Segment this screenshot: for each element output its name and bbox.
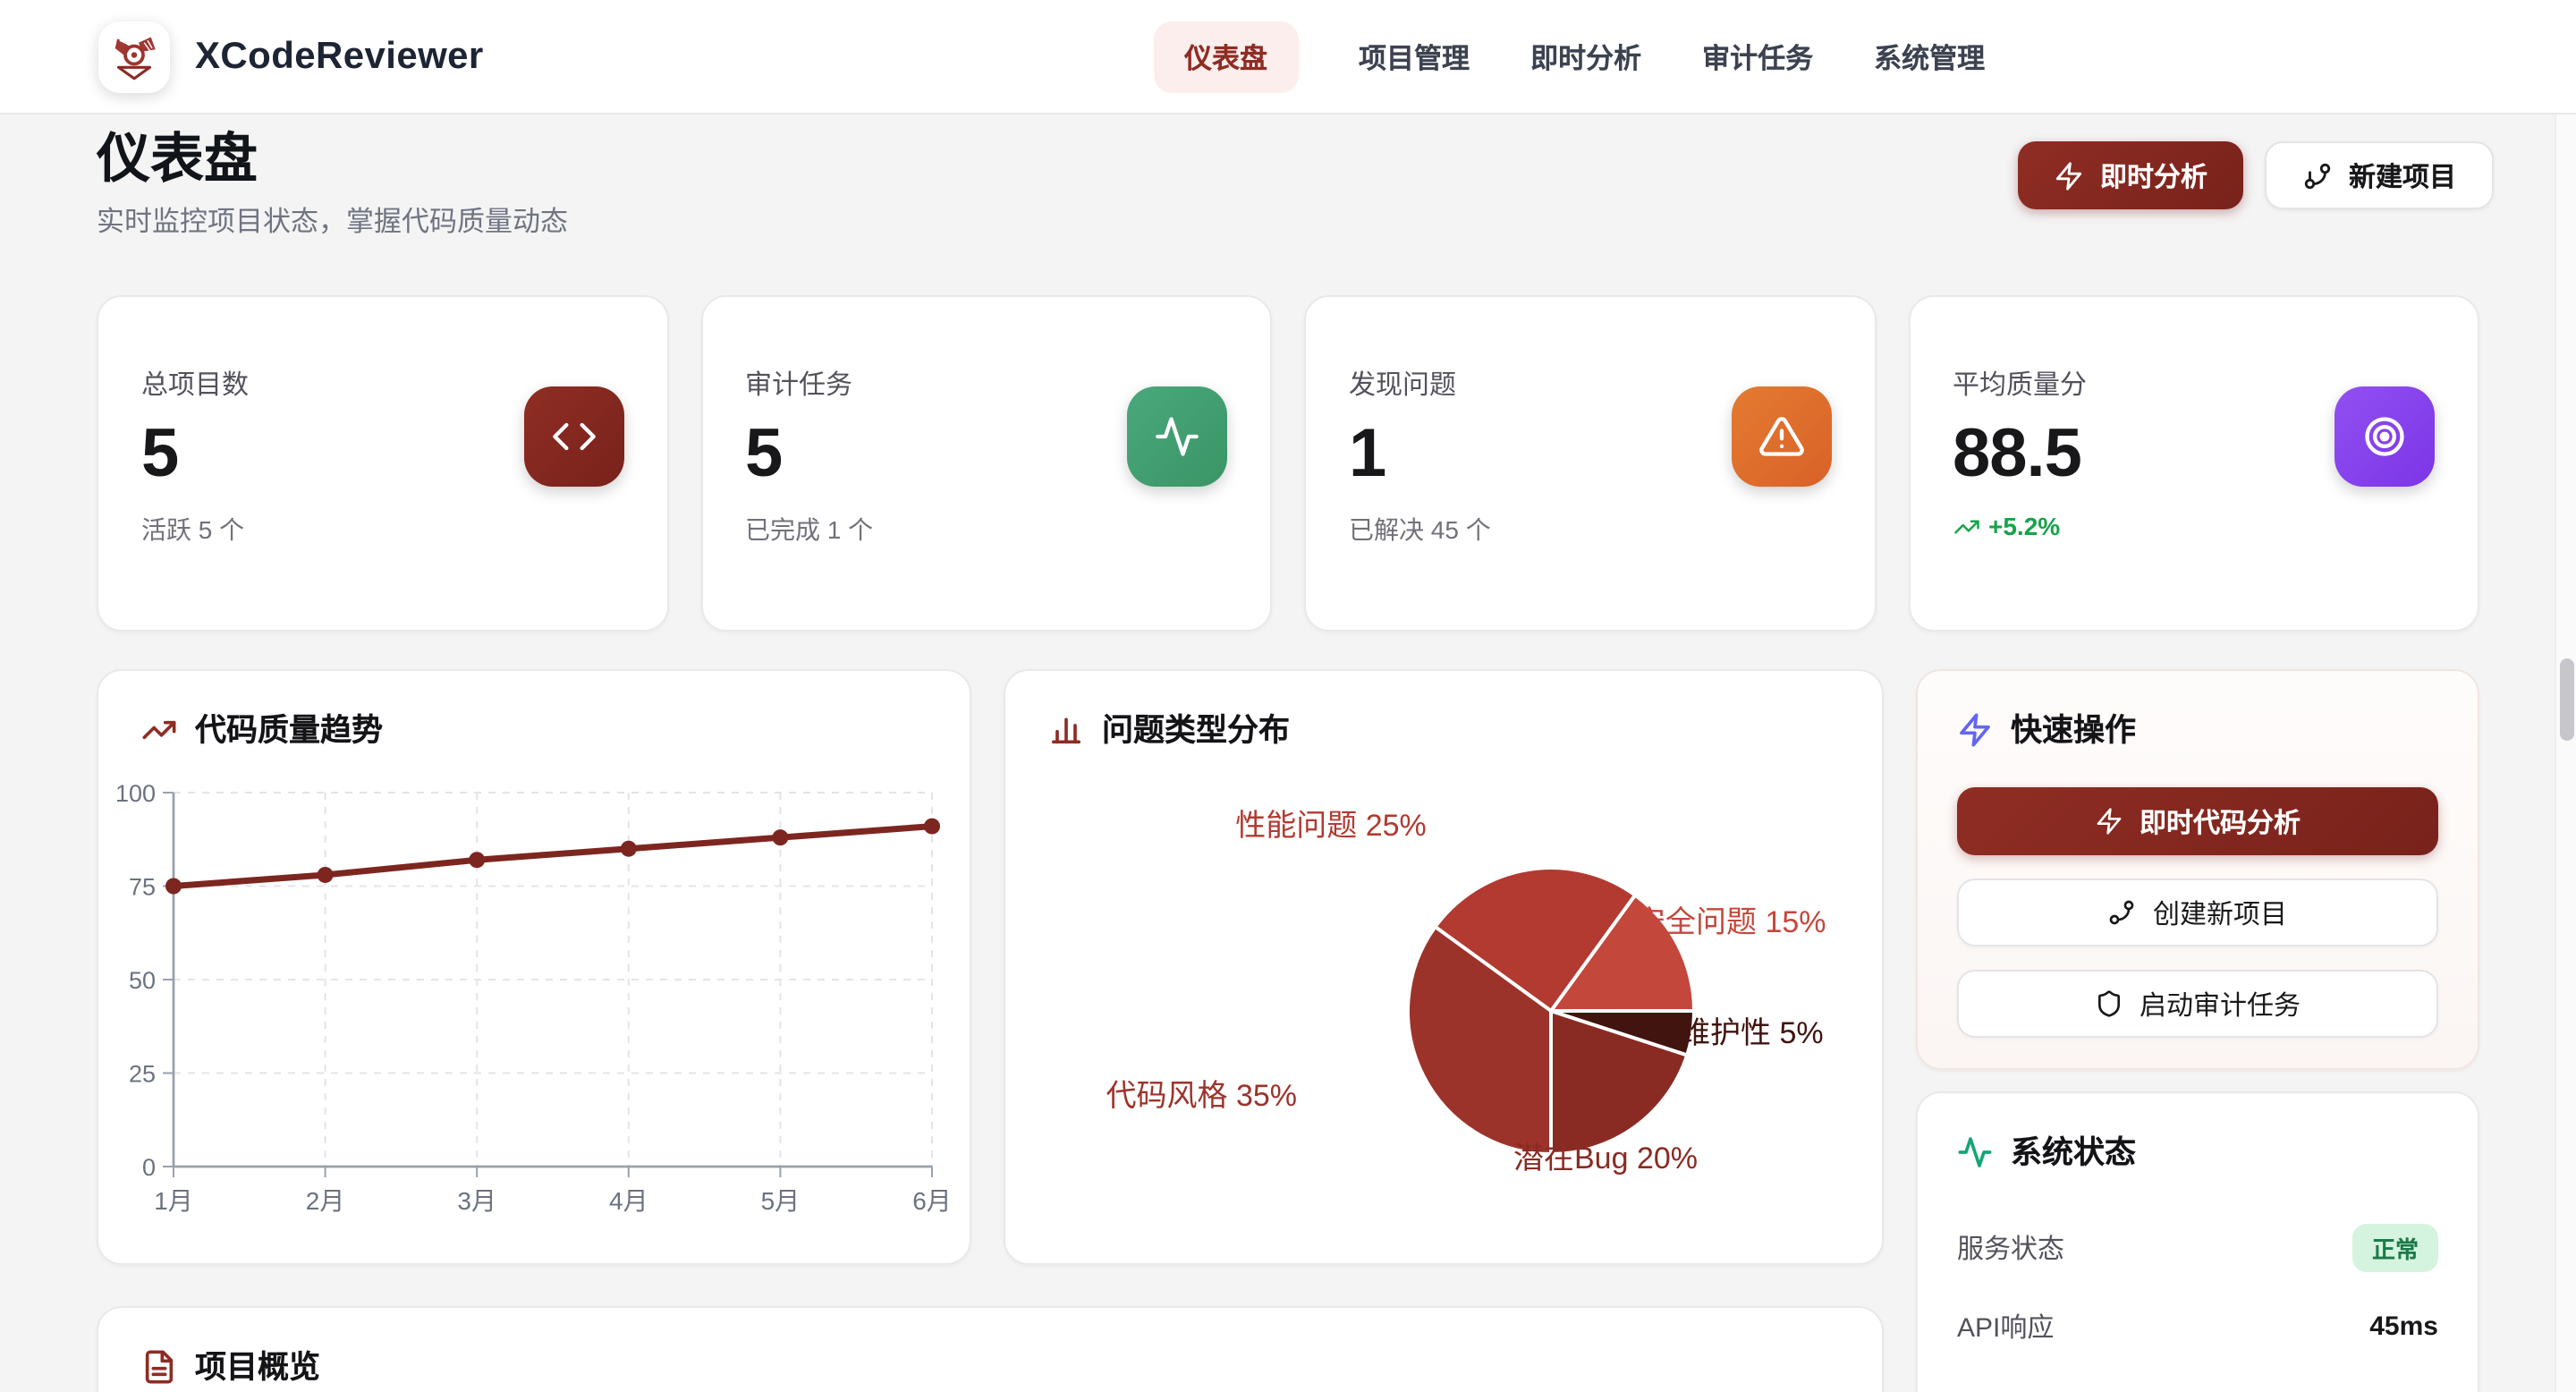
page-scrollbar[interactable] xyxy=(2555,0,2576,1392)
shield-icon xyxy=(2095,989,2123,1018)
file-text-icon xyxy=(141,1348,177,1384)
svg-text:潜在Bug 20%: 潜在Bug 20% xyxy=(1513,1142,1698,1176)
stat-sub: 活跃 5 个 xyxy=(141,512,623,547)
quick-actions-header: 快速操作 xyxy=(1957,707,2438,751)
scrollbar-thumb[interactable] xyxy=(2560,658,2574,741)
svg-text:2月: 2月 xyxy=(306,1187,345,1215)
stat-card-avg-quality: 平均质量分 88.5 +5.2% xyxy=(1908,295,2479,632)
create-project-button[interactable]: 创建新项目 xyxy=(1957,878,2438,946)
header-actions: 即时分析 新建项目 xyxy=(2018,141,2494,209)
quality-trend-line-chart: 1月 2月 3月 4月 5月 6月 0 25 50 75 100 xyxy=(98,778,971,1243)
card-title: 系统状态 xyxy=(2011,1129,2136,1174)
zap-icon xyxy=(2095,807,2123,836)
stats-row: 总项目数 5 活跃 5 个 审计任务 5 已完成 1 个 发现问题 1 已解决 … xyxy=(97,295,2479,632)
svg-text:5月: 5月 xyxy=(761,1187,801,1215)
svg-text:性能问题 25%: 性能问题 25% xyxy=(1235,809,1427,843)
svg-text:0: 0 xyxy=(142,1154,156,1181)
activity-icon xyxy=(1127,386,1227,487)
quality-trend-card: 代码质量趋势 1月 2月 3月 4月 5月 6月 0 25 50 75 100 xyxy=(97,669,971,1265)
charts-row: 代码质量趋势 1月 2月 3月 4月 5月 6月 0 25 50 75 100 问题类型分布 安全问… xyxy=(97,669,2479,1392)
stat-trend: +5.2% xyxy=(1953,512,2435,540)
target-icon xyxy=(2334,386,2435,487)
card-title: 快速操作 xyxy=(2011,707,2136,751)
svg-text:可维护性 5%: 可维护性 5% xyxy=(1649,1016,1824,1050)
svg-text:1月: 1月 xyxy=(154,1187,193,1215)
status-rows: 服务状态 正常 API响应 45ms xyxy=(1957,1224,2438,1345)
activity-icon xyxy=(1957,1133,1993,1169)
status-badge: 正常 xyxy=(2352,1224,2438,1272)
code-icon xyxy=(523,386,623,487)
svg-text:3月: 3月 xyxy=(457,1187,496,1215)
page-subtitle: 实时监控项目状态，掌握代码质量动态 xyxy=(97,200,568,240)
card-title: 问题类型分布 xyxy=(1102,707,1290,751)
card-title: 代码质量趋势 xyxy=(195,707,383,751)
trending-up-icon xyxy=(141,711,177,747)
issue-distribution-header: 问题类型分布 xyxy=(1005,671,1882,751)
stat-sub: 已完成 1 个 xyxy=(745,512,1227,547)
bar-chart-icon xyxy=(1048,711,1084,747)
new-project-button[interactable]: 新建项目 xyxy=(2265,141,2494,209)
svg-text:代码风格 35%: 代码风格 35% xyxy=(1106,1079,1298,1113)
trending-up-icon xyxy=(1953,513,1979,539)
svg-text:4月: 4月 xyxy=(609,1187,648,1215)
top-navbar: XCodeReviewer 仪表盘 项目管理 即时分析 审计任务 系统管理 xyxy=(0,0,2576,115)
right-column: 快速操作 即时代码分析 创建新项目 xyxy=(1916,669,2479,1392)
issue-distribution-card: 问题类型分布 安全问题 15% 性能问题 25% 代码风格 35% 潜在Bug 20%… xyxy=(1004,669,1884,1265)
status-row-api: API响应 45ms xyxy=(1957,1308,2438,1345)
instant-analysis-button[interactable]: 即时分析 xyxy=(2018,141,2243,209)
quick-actions-card: 快速操作 即时代码分析 创建新项目 xyxy=(1916,669,2479,1070)
status-row-service: 服务状态 正常 xyxy=(1957,1224,2438,1272)
svg-text:50: 50 xyxy=(129,967,156,994)
alert-triangle-icon xyxy=(1731,386,1831,487)
stat-card-audit-tasks: 审计任务 5 已完成 1 个 xyxy=(700,295,1272,632)
page-title: 仪表盘 xyxy=(97,115,258,193)
nav-item-instant-analysis[interactable]: 即时分析 xyxy=(1530,38,1641,77)
brand[interactable]: XCodeReviewer xyxy=(98,21,484,93)
instant-code-analysis-button[interactable]: 即时代码分析 xyxy=(1957,787,2438,855)
zap-icon xyxy=(2054,160,2084,191)
svg-text:100: 100 xyxy=(115,780,156,807)
card-title: 项目概览 xyxy=(195,1344,320,1388)
svg-text:25: 25 xyxy=(129,1061,156,1088)
nav-item-audit-tasks[interactable]: 审计任务 xyxy=(1702,38,1813,77)
quality-trend-header: 代码质量趋势 xyxy=(98,671,970,751)
zap-icon xyxy=(1957,711,1993,747)
stat-sub: 已解决 45 个 xyxy=(1349,512,1831,547)
issue-distribution-pie-chart: 安全问题 15% 性能问题 25% 代码风格 35% 潜在Bug 20% 可维护性 5% xyxy=(1005,671,1884,1265)
project-overview-card: 项目概览 xyxy=(97,1306,1884,1392)
nav-item-system-admin[interactable]: 系统管理 xyxy=(1874,38,1985,77)
stat-card-total-projects: 总项目数 5 活跃 5 个 xyxy=(97,295,668,632)
nav-item-projects[interactable]: 项目管理 xyxy=(1359,38,1470,77)
brand-name: XCodeReviewer xyxy=(195,36,484,79)
svg-text:75: 75 xyxy=(129,874,156,901)
svg-text:安全问题 15%: 安全问题 15% xyxy=(1635,905,1826,939)
system-status-card: 系统状态 服务状态 正常 API响应 45ms xyxy=(1916,1091,2479,1392)
nav-item-dashboard[interactable]: 仪表盘 xyxy=(1154,21,1298,93)
main-nav: 仪表盘 项目管理 即时分析 审计任务 系统管理 xyxy=(1154,0,1985,115)
git-branch-icon xyxy=(2108,898,2137,927)
app-logo-icon xyxy=(98,21,170,93)
system-status-header: 系统状态 xyxy=(1957,1129,2438,1174)
git-branch-icon xyxy=(2302,160,2333,191)
dashboard-page: XCodeReviewer 仪表盘 项目管理 即时分析 审计任务 系统管理 仪表… xyxy=(0,0,2576,1392)
start-audit-button[interactable]: 启动审计任务 xyxy=(1957,970,2438,1038)
quick-action-buttons: 即时代码分析 创建新项目 启动审计任务 xyxy=(1957,787,2438,1038)
stat-card-issues-found: 发现问题 1 已解决 45 个 xyxy=(1304,295,1876,632)
project-overview-header: 项目概览 xyxy=(141,1344,1839,1388)
svg-text:6月: 6月 xyxy=(912,1187,952,1215)
